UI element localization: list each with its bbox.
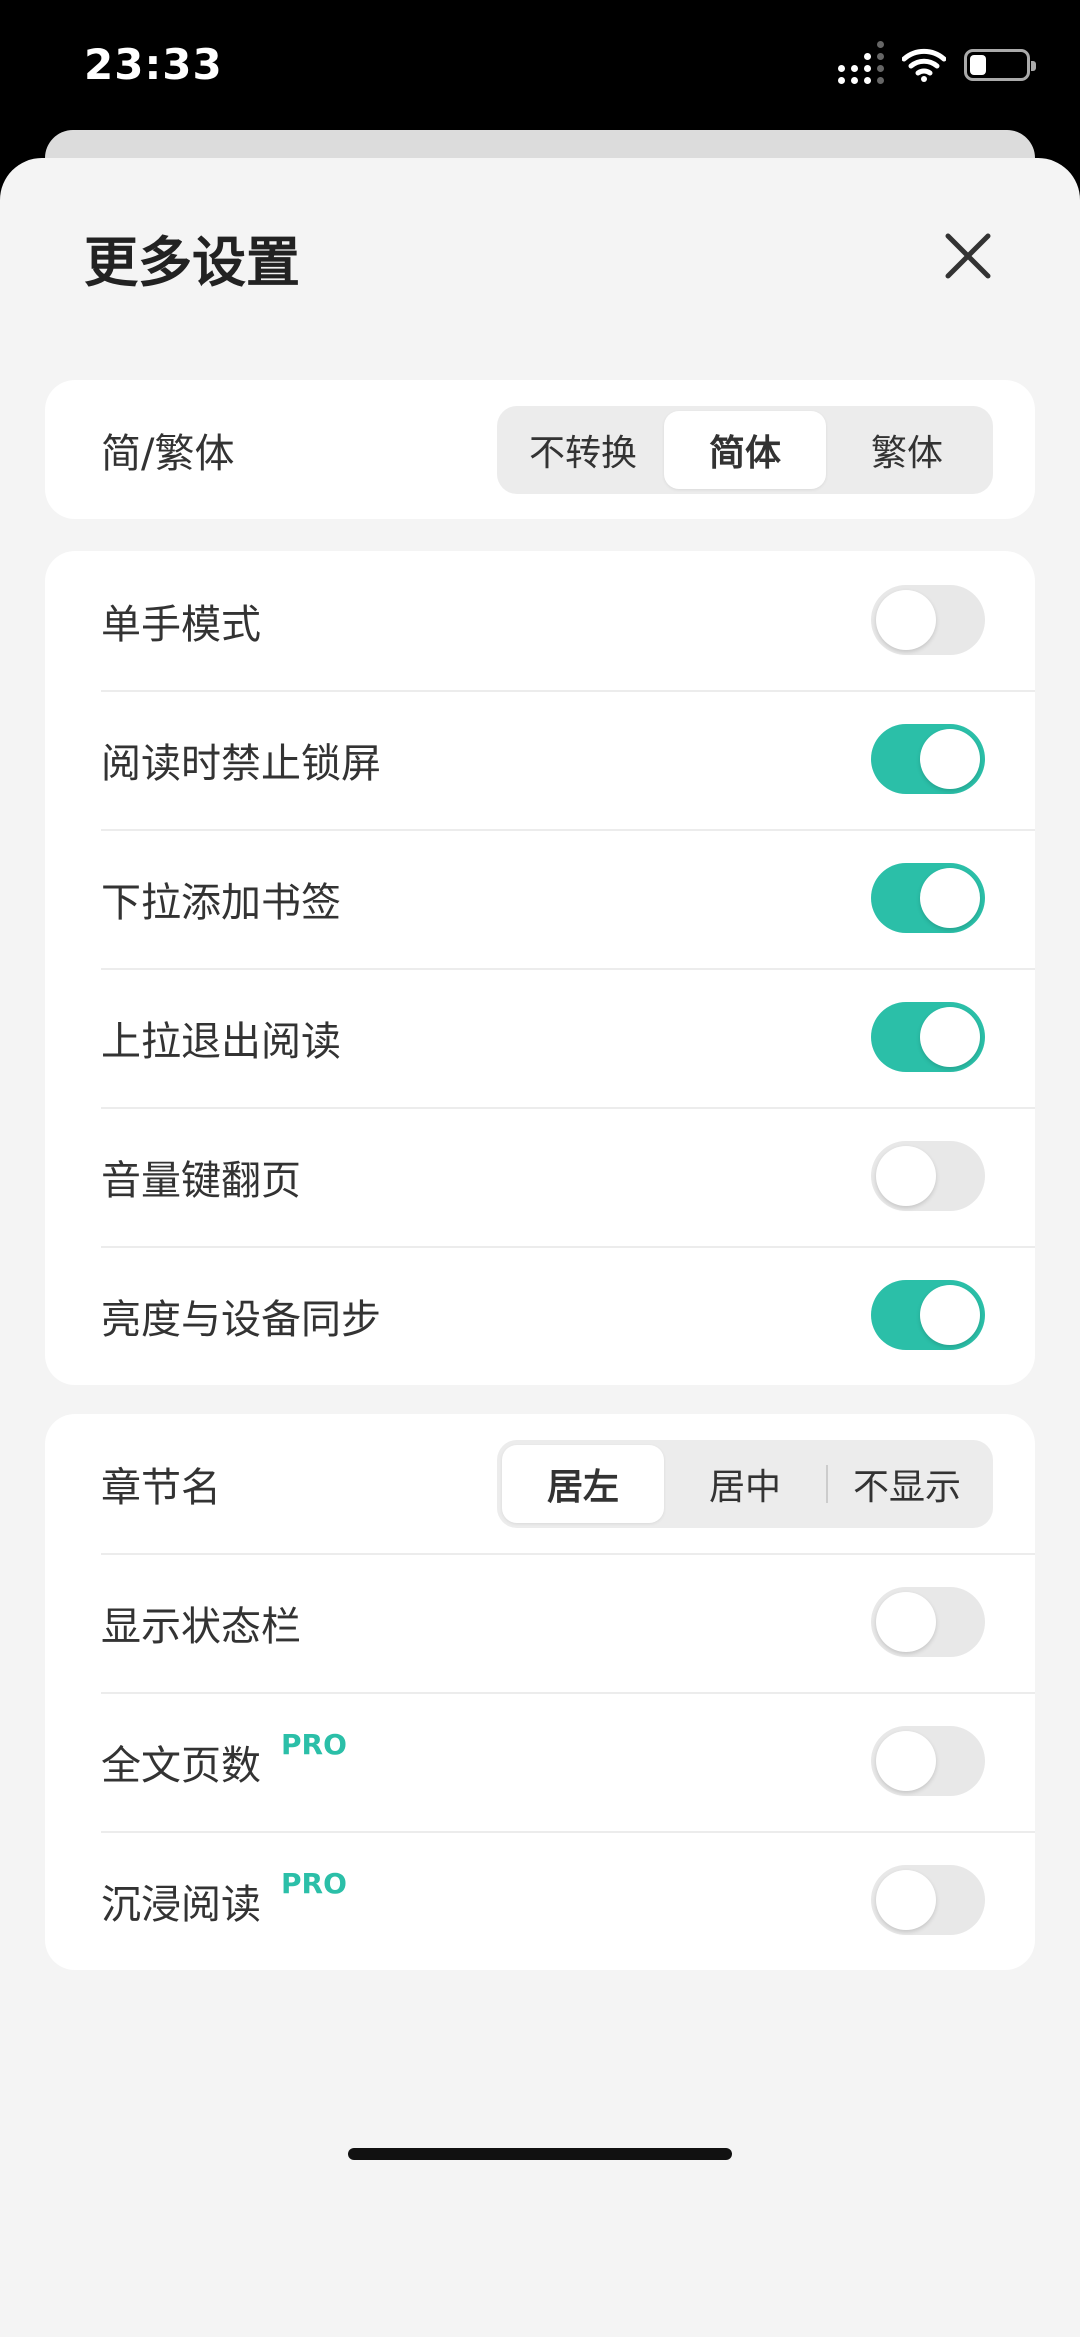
pro-badge: PRO — [281, 1867, 347, 1900]
chapter-name-segmented-control: 居左 居中 不显示 — [497, 1440, 993, 1528]
setting-label: 显示状态栏 — [101, 1603, 301, 1650]
keep-screen-on-toggle[interactable] — [871, 724, 985, 794]
setting-row-one-hand: 单手模式 — [45, 551, 1035, 690]
setting-row-chapter-name: 章节名 居左 居中 不显示 — [45, 1414, 1035, 1553]
setting-row-pull-exit: 上拉退出阅读 — [45, 968, 1035, 1107]
status-bar: 23:33 — [0, 0, 1080, 130]
setting-row-volume-keys: 音量键翻页 — [45, 1107, 1035, 1246]
setting-row-pull-bookmark: 下拉添加书签 — [45, 829, 1035, 968]
one-hand-mode-toggle[interactable] — [871, 585, 985, 655]
reading-options-card: 单手模式 阅读时禁止锁屏 下拉添加书签 上拉退出阅读 音量键翻页 亮度与设备同步 — [45, 551, 1035, 1385]
pull-down-bookmark-toggle[interactable] — [871, 863, 985, 933]
segment-simplified[interactable]: 简体 — [664, 411, 826, 489]
script-conversion-card: 简/繁体 不转换 简体 繁体 — [45, 380, 1035, 519]
setting-label: 亮度与设备同步 — [101, 1296, 381, 1343]
close-icon[interactable] — [938, 226, 998, 286]
segment-align-center[interactable]: 居中 — [664, 1445, 826, 1523]
cellular-signal-icon — [838, 41, 884, 84]
status-time: 23:33 — [84, 40, 223, 89]
setting-row-total-pages: 全文页数 PRO — [45, 1692, 1035, 1831]
total-page-count-toggle[interactable] — [871, 1726, 985, 1796]
setting-label: 下拉添加书签 — [101, 879, 341, 926]
segment-align-left[interactable]: 居左 — [502, 1445, 664, 1523]
more-settings-sheet: 更多设置 简/繁体 不转换 简体 繁体 单手模式 阅读时禁止锁屏 下拉添加书签 — [0, 158, 1080, 2337]
display-options-card: 章节名 居左 居中 不显示 显示状态栏 全文页数 PRO 沉浸阅读 PRO — [45, 1414, 1035, 1970]
setting-label: 沉浸阅读 — [101, 1881, 261, 1928]
segment-hide[interactable]: 不显示 — [826, 1445, 988, 1523]
sheet-title: 更多设置 — [84, 231, 300, 294]
status-icons — [838, 41, 1036, 84]
segment-no-convert[interactable]: 不转换 — [502, 411, 664, 489]
volume-key-page-turn-toggle[interactable] — [871, 1141, 985, 1211]
script-conversion-row: 简/繁体 不转换 简体 繁体 — [45, 380, 1035, 519]
wifi-icon — [902, 48, 946, 82]
setting-label: 阅读时禁止锁屏 — [101, 740, 381, 787]
script-conversion-segmented-control: 不转换 简体 繁体 — [497, 406, 993, 494]
brightness-sync-toggle[interactable] — [871, 1280, 985, 1350]
setting-label: 音量键翻页 — [101, 1157, 301, 1204]
battery-icon — [964, 49, 1036, 81]
setting-row-status-bar: 显示状态栏 — [45, 1553, 1035, 1692]
script-conversion-label: 简/繁体 — [101, 430, 235, 477]
setting-label: 单手模式 — [101, 601, 261, 648]
setting-row-immersive: 沉浸阅读 PRO — [45, 1831, 1035, 1970]
setting-row-keep-awake: 阅读时禁止锁屏 — [45, 690, 1035, 829]
chapter-name-label: 章节名 — [101, 1464, 221, 1511]
pull-up-exit-toggle[interactable] — [871, 1002, 985, 1072]
immersive-reading-toggle[interactable] — [871, 1865, 985, 1935]
setting-label: 上拉退出阅读 — [101, 1018, 341, 1065]
show-status-bar-toggle[interactable] — [871, 1587, 985, 1657]
setting-row-brightness-sync: 亮度与设备同步 — [45, 1246, 1035, 1385]
home-indicator — [348, 2148, 732, 2160]
segment-traditional[interactable]: 繁体 — [826, 411, 988, 489]
pro-badge: PRO — [281, 1728, 347, 1761]
setting-label: 全文页数 — [101, 1742, 261, 1789]
